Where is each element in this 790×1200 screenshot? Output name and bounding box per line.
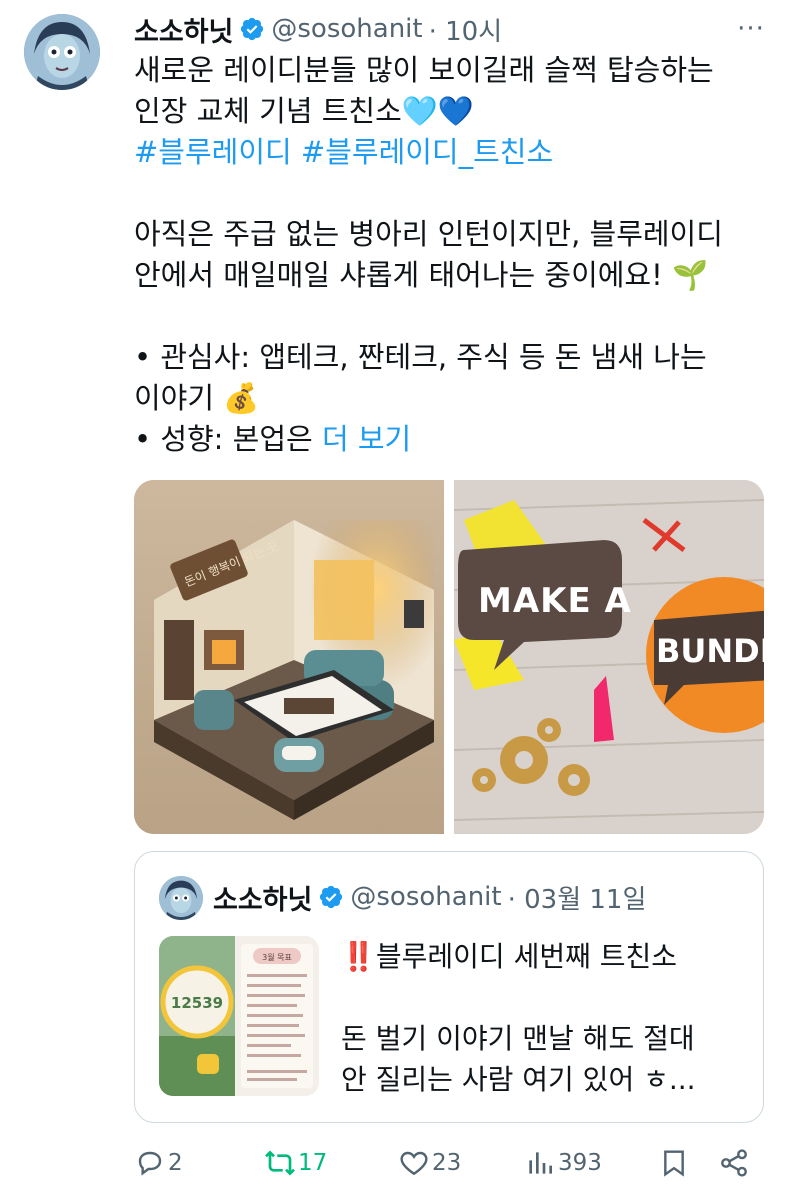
retweet-count: 17	[298, 1150, 328, 1176]
tweet-time[interactable]: · 10시	[429, 11, 503, 48]
verified-badge-icon	[318, 884, 344, 910]
reply-count: 2	[168, 1150, 183, 1176]
quoted-time: · 03월 11일	[507, 884, 647, 915]
text-line: 아직은 주급 없는 병아리 인턴이지만, 블루레이디	[134, 217, 723, 251]
views-button[interactable]: 393	[524, 1140, 602, 1186]
reply-icon	[138, 1151, 162, 1176]
quoted-tweet[interactable]: 소소하닛 @sosohanit · 03월 11일 12539 3월 목표 ‼️…	[134, 851, 764, 1123]
media-image-room[interactable]: 돈이 행복이 되는 곳	[134, 480, 444, 834]
text-line: • 관심사: 앱테크, 짠테크, 주식 등 돈 냄새 나는	[134, 340, 707, 374]
author-avatar[interactable]	[24, 14, 100, 90]
quoted-title: ‼️블루레이디 세번째 트친소	[341, 940, 678, 973]
bookmark-button[interactable]	[658, 1140, 690, 1186]
thumb-steps: 12539	[171, 994, 223, 1012]
text-line: 새로운 레이디분들 많이 보이길래 슬쩍 탑승하는	[134, 53, 714, 87]
tweet-text: 새로운 레이디분들 많이 보이길래 슬쩍 탑승하는 인장 교체 기념 트친소🩵💙…	[134, 50, 764, 460]
verified-badge-icon	[239, 16, 265, 42]
text-line: 안에서 매일매일 샤롭게 태어나는 중이에요! 🌱	[134, 258, 709, 292]
retweet-button[interactable]: 17	[264, 1140, 327, 1186]
media-make-text: MAKE A	[478, 581, 632, 621]
retweet-icon	[265, 1150, 295, 1176]
text-line: 이야기 💰	[134, 381, 260, 415]
text-line: 인장 교체 기념 트친소🩵💙	[134, 94, 474, 128]
quoted-author-name: 소소하닛	[213, 884, 313, 916]
hashtag-links[interactable]: #블루레이디 #블루레이디_트친소	[134, 132, 764, 173]
views-icon	[529, 1152, 552, 1174]
media-gallery: 돈이 행복이 되는 곳 MAKE A BUND	[134, 480, 764, 834]
quoted-line: 돈 벌기 이야기 맨날 해도 절대	[341, 1022, 695, 1055]
like-count: 23	[432, 1150, 462, 1176]
author-name[interactable]: 소소하닛	[134, 10, 233, 49]
thumb-header: 3월 목표	[262, 952, 292, 962]
like-button[interactable]: 23	[398, 1140, 461, 1186]
media-image-bundle[interactable]: MAKE A BUNDLE	[454, 480, 764, 834]
quoted-text: ‼️블루레이디 세번째 트친소 돈 벌기 이야기 맨날 해도 절대 안 질리는 …	[341, 936, 741, 1100]
tweet-header: 소소하닛 @sosohanit · 10시	[134, 10, 503, 49]
author-handle[interactable]: @sosohanit	[271, 14, 422, 44]
bullet-prefix: • 성향: 본업은	[134, 422, 322, 456]
show-more-link[interactable]: 더 보기	[322, 422, 411, 456]
share-icon	[721, 1149, 747, 1177]
quoted-line: 안 질리는 사람 여기 있어 ㅎ...	[341, 1063, 696, 1096]
heart-icon	[400, 1151, 428, 1176]
reply-button[interactable]: 2	[134, 1140, 183, 1186]
quoted-thumbnail: 12539 3월 목표	[159, 936, 319, 1096]
share-button[interactable]	[718, 1140, 750, 1186]
quoted-header: 소소하닛 @sosohanit · 03월 11일	[213, 878, 646, 916]
text-line: • 성향: 본업은 더 보기	[134, 419, 764, 460]
media-bundle-text: BUNDLE	[656, 632, 764, 670]
quoted-handle: @sosohanit	[350, 882, 502, 912]
quoted-author-avatar[interactable]	[159, 876, 203, 920]
bookmark-icon	[664, 1150, 684, 1177]
action-bar: 2 17 23 393	[134, 1140, 764, 1186]
views-count: 393	[558, 1150, 602, 1176]
more-options-icon[interactable]: ···	[734, 14, 768, 44]
